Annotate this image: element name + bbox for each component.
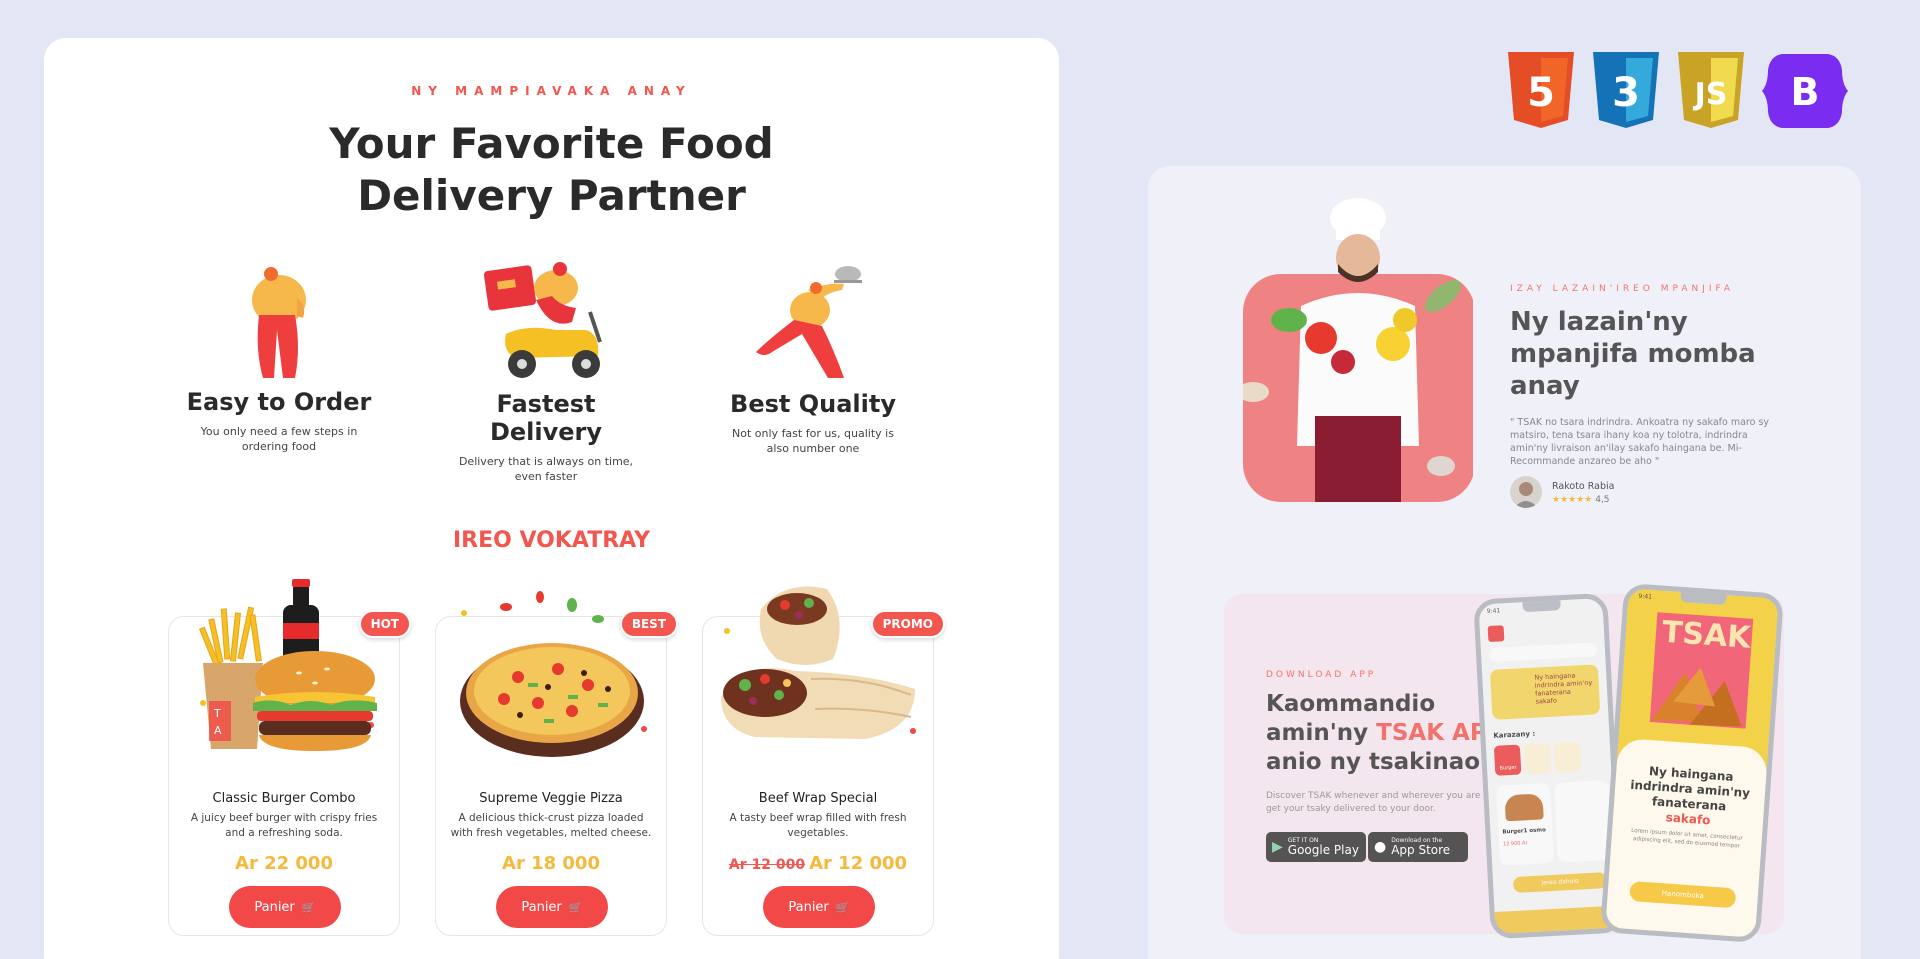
- product-price: Ar 12 000 Ar 12 000: [703, 853, 933, 874]
- burger-combo-image: T A: [199, 579, 380, 751]
- chef-illustration: [1243, 198, 1473, 502]
- testimonial-quote: " TSAK no tsara indrindra. Ankoatra ny s…: [1510, 417, 1770, 467]
- product-tile-price: 12 900 Ar: [1502, 840, 1528, 848]
- feature-best-quality: Best Quality Not only fast for us, quali…: [713, 260, 913, 456]
- cart-icon: 🛒: [301, 900, 316, 914]
- cart-icon: 🛒: [835, 900, 850, 914]
- waiter-running-illustration: [756, 266, 862, 378]
- testimonial-title: Ny lazain'ny mpanjifa momba anay: [1510, 307, 1756, 401]
- product-card-wrap[interactable]: PROMO Beef Wrap Special A tasty beef wra…: [702, 586, 945, 936]
- view-all-button: Jereo daholo: [1512, 872, 1608, 894]
- product-name: Classic Burger Combo: [212, 791, 356, 806]
- app-title-part: anio ny tsakinao: [1266, 749, 1481, 775]
- phone-time: 9:41: [1638, 592, 1653, 601]
- product-tile: [1553, 779, 1612, 863]
- app-store-label: App Store: [1391, 843, 1451, 857]
- google-play-button[interactable]: ▶ GET IT ON Google Play: [1266, 832, 1366, 862]
- product-tile-name: Burger1 osmo: [1502, 827, 1547, 836]
- product-tile: Burger1 osmo 12 900 Ar: [1495, 782, 1555, 866]
- phone-time: 9:41: [1486, 607, 1501, 616]
- onboarding-heading: Ny haingana indrindra amin'ny fanaterana…: [1627, 763, 1753, 831]
- person-with-box-illustration: [252, 267, 306, 378]
- phone-mockup-onboarding: 9:41 TSAK Ny haingana indrindra amin'ny …: [1599, 582, 1785, 944]
- section-eyebrow: NY MAMPIAVAKA ANAY: [411, 84, 692, 98]
- feature-description: You only need a few steps in ordering fo…: [200, 425, 358, 453]
- new-price: Ar 12 000: [809, 853, 908, 874]
- product-name: Supreme Veggie Pizza: [479, 791, 623, 806]
- burger-box-text: T: [213, 707, 221, 720]
- google-play-label: Google Play: [1287, 843, 1359, 857]
- feature-description: Delivery that is always on time, even fa…: [458, 455, 634, 483]
- promo-banner: Ny haingana indrindra amin'ny fanaterana…: [1489, 664, 1601, 720]
- product-description: A tasty beef wrap filled with fresh vege…: [729, 812, 907, 839]
- html5-label: 5: [1527, 70, 1555, 116]
- search-bar: [1488, 642, 1598, 662]
- beef-wrap-image: [721, 586, 916, 739]
- veggie-pizza-image: [460, 591, 647, 757]
- add-to-cart-button[interactable]: Panier 🛒: [229, 886, 341, 928]
- section-headline: Your Favorite Food Delivery Partner: [44, 118, 1059, 222]
- category-pizza: [1523, 742, 1552, 775]
- feature-list: Easy to Order You only need a few steps …: [179, 260, 896, 520]
- onboarding-heading-text: Ny haingana indrindra amin'ny fanaterana: [1629, 764, 1751, 814]
- products-title: IREO VOKATRAY: [452, 528, 651, 553]
- category-burger: Burger: [1493, 744, 1522, 776]
- app-description: Discover TSAK whenever and wherever you …: [1266, 791, 1501, 814]
- app-eyebrow: DOWNLOAD APP: [1266, 670, 1377, 680]
- bootstrap-label: B: [1791, 70, 1820, 114]
- add-to-cart-button[interactable]: Panier 🛒: [496, 886, 608, 928]
- phone-notch: [1680, 591, 1727, 605]
- add-to-cart-label: Panier: [788, 899, 829, 915]
- reviewer-name: Rakoto Rabia: [1552, 481, 1615, 492]
- javascript-label: JS: [1693, 77, 1728, 112]
- product-card-burger[interactable]: T A HOT Classic Burger Combo A juicy bee…: [168, 579, 411, 936]
- menu-icon: [1487, 625, 1505, 643]
- feature-easy-to-order: Easy to Order You only need a few steps …: [179, 260, 379, 454]
- star-icons: ★★★★★: [1552, 495, 1593, 505]
- css3-label: 3: [1612, 70, 1640, 116]
- feature-title: Fastest Delivery: [489, 390, 603, 446]
- add-to-cart-label: Panier: [254, 899, 295, 915]
- rating-stars: ★★★★★ 4,5: [1552, 495, 1610, 505]
- add-to-cart-label: Panier: [521, 899, 562, 915]
- headline-line-1: Your Favorite Food: [329, 119, 774, 168]
- product-name: Beef Wrap Special: [758, 791, 878, 806]
- feature-fastest-delivery: Fastest Delivery Delivery that is always…: [446, 260, 646, 484]
- google-play-icon: ▶: [1272, 839, 1283, 855]
- phone-notch: [1522, 600, 1561, 613]
- product-card-pizza[interactable]: BEST Supreme Veggie Pizza A delicious th…: [435, 591, 678, 936]
- testimonial-panel: IZAY LAZAIN'IREO MPANJIFA Ny lazain'ny m…: [1148, 166, 1861, 959]
- javascript-icon: JS: [1678, 52, 1744, 128]
- category-title: Karazany :: [1493, 729, 1536, 740]
- headline-line-2: Delivery Partner: [357, 171, 746, 220]
- feature-title: Easy to Order: [186, 388, 372, 416]
- apple-icon: ●: [1374, 839, 1387, 855]
- cart-icon: 🛒: [568, 900, 583, 914]
- avatar: [1510, 476, 1542, 508]
- app-store-button[interactable]: ● Download on the App Store: [1368, 832, 1468, 862]
- old-price: Ar 12 000: [728, 857, 806, 873]
- product-price: Ar 22 000: [235, 853, 333, 874]
- product-description: A juicy beef burger with crispy fries an…: [190, 812, 378, 839]
- features-section: NY MAMPIAVAKA ANAY Your Favorite Food De…: [44, 38, 1059, 959]
- add-to-cart-button[interactable]: Panier 🛒: [763, 886, 875, 928]
- feature-title: Best Quality: [730, 390, 896, 418]
- rating-value: 4,5: [1595, 495, 1610, 505]
- category-drinks: [1553, 741, 1582, 773]
- best-badge: BEST: [619, 610, 678, 638]
- promo-badge: PROMO: [870, 610, 945, 638]
- feature-description: Not only fast for us, quality is also nu…: [732, 427, 894, 455]
- onboarding-heading-highlight: sakafo: [1665, 810, 1711, 828]
- svg-text:A: A: [214, 724, 222, 737]
- testimonial-eyebrow: IZAY LAZAIN'IREO MPANJIFA: [1510, 284, 1735, 294]
- html5-icon: 5: [1508, 52, 1574, 128]
- download-app-card: DOWNLOAD APP Kaommandio amin'ny TSAK APP…: [1224, 582, 1785, 944]
- bootstrap-icon: B: [1762, 54, 1848, 128]
- samosa-image: [1641, 660, 1756, 738]
- hot-badge: HOT: [358, 610, 411, 638]
- product-price: Ar 18 000: [502, 853, 600, 874]
- product-description: A delicious thick-crust pizza loaded wit…: [450, 812, 652, 839]
- scooter-delivery-illustration: [483, 262, 602, 378]
- css3-icon: 3: [1593, 52, 1659, 128]
